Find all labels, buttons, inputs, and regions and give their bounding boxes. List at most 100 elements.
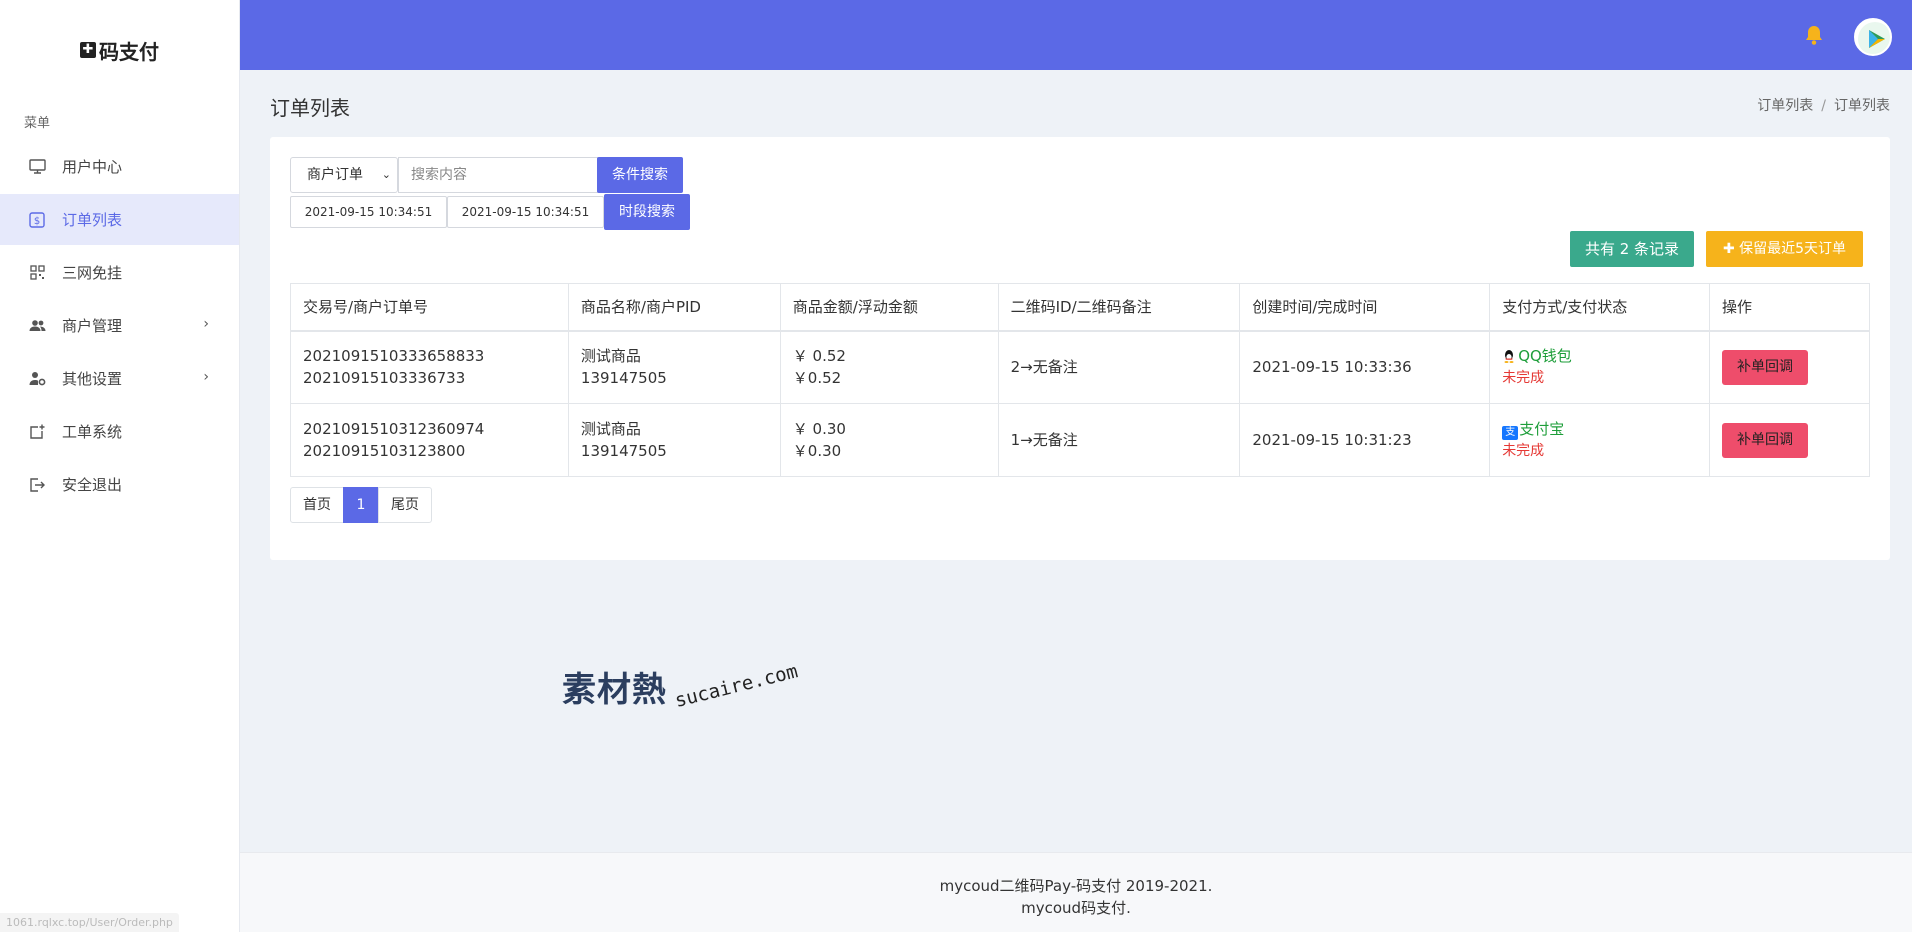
- breadcrumb-item[interactable]: 订单列表: [1757, 98, 1813, 114]
- resend-callback-button[interactable]: 补单回调: [1721, 422, 1808, 458]
- footer-brand: mycoud码支付.: [1021, 899, 1131, 917]
- svg-text:$: $: [34, 216, 40, 227]
- sidebar-item-logout[interactable]: 安全退出: [0, 459, 239, 510]
- date-end-input[interactable]: 2021-09-15 10:34:51: [447, 196, 604, 228]
- order-no: 20210915103123800: [303, 442, 466, 460]
- search-type-value: 商户订单: [307, 167, 363, 183]
- trade-no-cell: 2021091510312360974 20210915103123800: [290, 403, 569, 477]
- order-list-card: 商户订单 ⌄ 条件搜索 2021-09-15 10:34:51 2021-09-…: [270, 137, 1890, 560]
- product-cell: 测试商品 139147505: [567, 330, 781, 404]
- footer: mycoud二维码Pay-码支付 2019-2021. mycoud码支付.: [240, 852, 1912, 932]
- avatar[interactable]: [1854, 18, 1892, 56]
- qq-icon: [1502, 347, 1516, 364]
- column-header: 商品名称/商户PID: [567, 283, 781, 332]
- sidebar-item-label: 订单列表: [62, 211, 123, 229]
- sidebar-item-label: 商户管理: [62, 317, 123, 335]
- order-no: 20210915103336733: [303, 369, 466, 388]
- ticket-add-icon: [28, 423, 46, 441]
- search-type-select[interactable]: 商户订单 ⌄: [290, 157, 398, 193]
- sidebar-item-user-center[interactable]: 用户中心: [0, 141, 239, 192]
- alipay-icon: 支: [1502, 426, 1519, 440]
- menu-title: 菜单: [24, 116, 51, 131]
- keep-recent-orders-button[interactable]: ✚ 保留最近5天订单: [1706, 231, 1863, 267]
- column-header: 交易号/商户订单号: [290, 283, 569, 332]
- qrcode-cell: 1→无备注: [997, 403, 1241, 477]
- brand-logo[interactable]: ✚ 码支付: [0, 0, 239, 100]
- sidebar-item-other-settings[interactable]: 其他设置 ›: [0, 353, 239, 404]
- table-row: 2021091510312360974 20210915103123800 测试商…: [290, 403, 1871, 477]
- date-start-input[interactable]: 2021-09-15 10:34:51: [290, 196, 447, 228]
- breadcrumb: 订单列表 / 订单列表: [1757, 95, 1890, 115]
- trade-no-cell: 2021091510333658833 20210915103336733: [290, 330, 569, 404]
- watermark-text: 素材熱: [562, 662, 667, 711]
- sidebar-item-merchant-management[interactable]: 商户管理 ›: [0, 300, 239, 351]
- column-header: 二维码ID/二维码备注: [997, 283, 1241, 332]
- column-header: 操作: [1708, 283, 1871, 332]
- chevron-right-icon: ›: [203, 316, 209, 332]
- watermark-main: 素材熱: [562, 670, 667, 710]
- status-url-hint: 1061.rqlxc.top/User/Order.php: [0, 913, 179, 932]
- trade-no: 2021091510312360974: [303, 420, 485, 438]
- condition-search-button[interactable]: 条件搜索: [597, 157, 683, 193]
- payment-cell: QQ钱包 未完成: [1489, 330, 1710, 404]
- page-title: 订单列表: [270, 96, 350, 120]
- sidebar-item-label: 三网免挂: [62, 264, 123, 282]
- top-bar: [240, 0, 1912, 70]
- created-time-cell: 2021-09-15 10:31:23: [1239, 403, 1491, 477]
- action-cell: 补单回调: [1708, 403, 1871, 477]
- float-amount: ￥0.52: [792, 369, 842, 388]
- chevron-right-icon: ›: [203, 369, 209, 385]
- amount: ￥ 0.52: [792, 347, 846, 366]
- record-count-button[interactable]: 共有 2 条记录: [1570, 231, 1694, 267]
- qrcode-icon: [28, 264, 46, 282]
- plus-box-icon: ✚: [80, 42, 96, 58]
- pagination-current-page[interactable]: 1: [343, 487, 379, 523]
- dollar-square-icon: $: [28, 211, 46, 229]
- action-cell: 补单回调: [1708, 330, 1871, 404]
- column-header: 支付方式/支付状态: [1489, 283, 1710, 332]
- sidebar-item-three-network[interactable]: 三网免挂: [0, 247, 239, 298]
- footer-copyright: mycoud二维码Pay-码支付 2019-2021.: [939, 877, 1213, 895]
- payment-cell: 支支付宝 未完成: [1489, 403, 1710, 477]
- watermark-domain: sucaire.com: [672, 660, 801, 712]
- pagination-first[interactable]: 首页: [290, 487, 344, 523]
- created-time-cell: 2021-09-15 10:33:36: [1239, 330, 1491, 404]
- sidebar-item-ticket-system[interactable]: 工单系统: [0, 406, 239, 457]
- sidebar-item-label: 安全退出: [62, 476, 123, 494]
- sidebar-item-label: 用户中心: [62, 158, 123, 176]
- bell-icon[interactable]: [1804, 24, 1824, 50]
- order-table: 交易号/商户订单号 商品名称/商户PID 商品金额/浮动金额 二维码ID/二维码…: [290, 283, 1871, 477]
- pagination-last[interactable]: 尾页: [378, 487, 432, 523]
- product-cell: 测试商品 139147505: [567, 403, 781, 477]
- user-gear-icon: [28, 370, 46, 388]
- breadcrumb-separator: /: [1821, 98, 1826, 114]
- column-header: 商品金额/浮动金额: [779, 283, 999, 332]
- users-icon: [28, 317, 46, 335]
- sidebar-item-label: 工单系统: [62, 423, 123, 441]
- date-search-button[interactable]: 时段搜索: [604, 194, 690, 230]
- amount: ￥ 0.30: [792, 420, 846, 438]
- resend-callback-button[interactable]: 补单回调: [1721, 349, 1808, 385]
- product-name: 测试商品: [580, 347, 641, 366]
- table-row: 2021091510333658833 20210915103336733 测试商…: [290, 330, 1871, 404]
- sidebar-item-order-list[interactable]: $ 订单列表: [0, 194, 239, 245]
- sidebar: ✚ 码支付 菜单 用户中心 $ 订单列表 三网免挂 商户管理 › 其他设置 ›: [0, 0, 240, 932]
- search-input[interactable]: [398, 157, 598, 193]
- table-header-row: 交易号/商户订单号 商品名称/商户PID 商品金额/浮动金额 二维码ID/二维码…: [290, 283, 1871, 332]
- payment-method: QQ钱包: [1518, 347, 1572, 366]
- chevron-down-icon: ⌄: [381, 168, 391, 181]
- product-name: 测试商品: [580, 420, 641, 438]
- qrcode-cell: 2→无备注: [997, 330, 1241, 404]
- float-amount: ￥0.30: [792, 442, 842, 460]
- pagination: 首页 1 尾页: [290, 487, 432, 523]
- monitor-icon: [28, 158, 46, 176]
- payment-status: 未完成: [1502, 443, 1545, 459]
- payment-method: 支付宝: [1519, 420, 1565, 438]
- sidebar-item-label: 其他设置: [62, 370, 123, 388]
- watermark-logo: 素材熱 sucaire.com: [562, 660, 822, 730]
- amount-cell: ￥ 0.52 ￥0.52: [779, 330, 999, 404]
- column-header: 创建时间/完成时间: [1239, 283, 1491, 332]
- amount-cell: ￥ 0.30 ￥0.30: [779, 403, 999, 477]
- breadcrumb-item-current: 订单列表: [1834, 98, 1890, 114]
- brand-name: 码支付: [99, 39, 159, 64]
